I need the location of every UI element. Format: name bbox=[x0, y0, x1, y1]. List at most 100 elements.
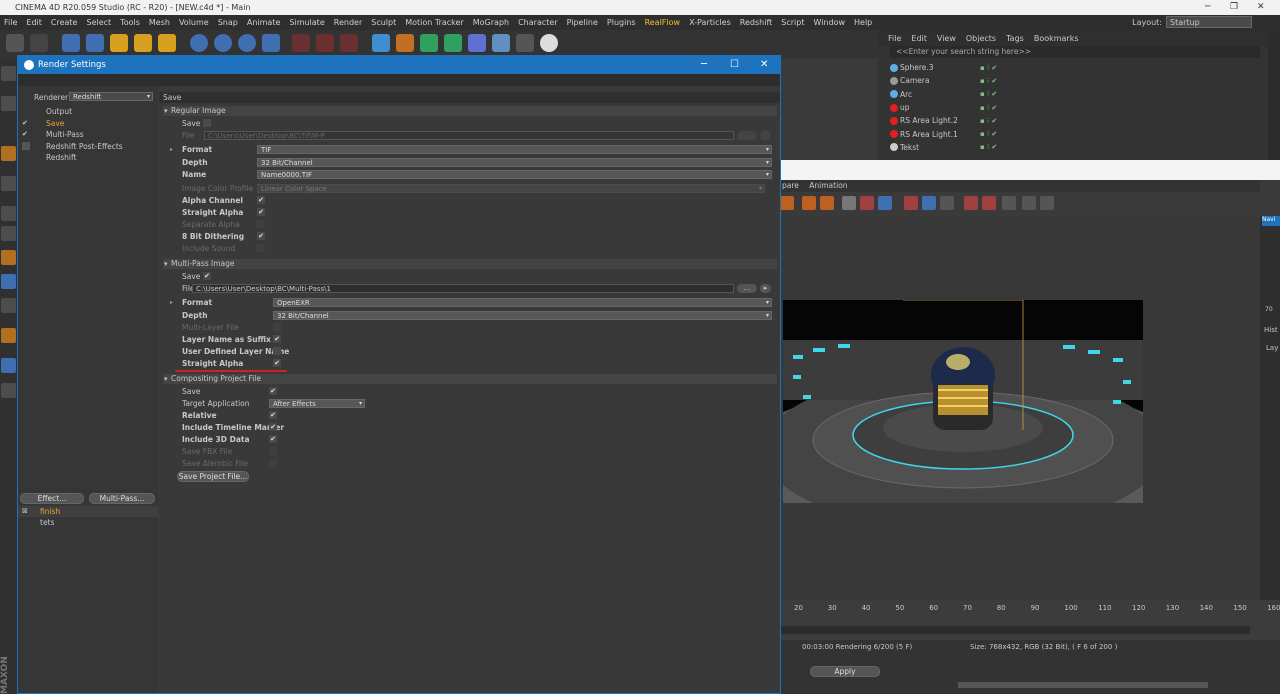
navi-tab[interactable]: Navi bbox=[1262, 216, 1280, 226]
userdef-checkbox[interactable] bbox=[273, 347, 281, 355]
menu-mesh[interactable]: Mesh bbox=[149, 18, 170, 27]
format-expand-icon[interactable]: ▸ bbox=[170, 146, 173, 153]
menu-x-particles[interactable]: X-Particles bbox=[689, 18, 731, 27]
menu-help[interactable]: Help bbox=[854, 18, 872, 27]
y-axis-icon[interactable] bbox=[214, 34, 232, 52]
tree-item-multi-pass[interactable]: ✔ Multi-Pass bbox=[18, 129, 158, 140]
menu-snap[interactable]: Snap bbox=[218, 18, 238, 27]
workplane-icon[interactable] bbox=[1, 358, 16, 373]
menu-volume[interactable]: Volume bbox=[179, 18, 209, 27]
mp-straight-checkbox[interactable]: ✔ bbox=[273, 359, 281, 367]
menu-realflow[interactable]: RealFlow bbox=[645, 18, 681, 27]
pv-zoom-icon[interactable] bbox=[1022, 196, 1036, 210]
undo-icon[interactable] bbox=[6, 34, 24, 52]
points-mode-icon[interactable] bbox=[1, 176, 16, 191]
subdivision-icon[interactable] bbox=[420, 34, 438, 52]
menu-mograph[interactable]: MoGraph bbox=[473, 18, 509, 27]
grid-icon[interactable] bbox=[1, 383, 16, 398]
pv-a-icon[interactable] bbox=[964, 196, 978, 210]
mp-save-checkbox[interactable]: ✔ bbox=[203, 272, 211, 280]
visibility-check-icon[interactable]: ▪ ⁝ ✔ bbox=[980, 117, 997, 125]
timeline-marker-checkbox[interactable]: ✔ bbox=[269, 423, 277, 431]
om-menu-objects[interactable]: Objects bbox=[966, 34, 996, 43]
coordinate-system-icon[interactable] bbox=[262, 34, 280, 52]
om-menu-edit[interactable]: Edit bbox=[911, 34, 927, 43]
visibility-check-icon[interactable]: ▪ ⁝ ✔ bbox=[980, 104, 997, 112]
object-row[interactable]: Arc ▪ ⁝ ✔ bbox=[878, 88, 1268, 101]
timeline-scrollbar[interactable] bbox=[780, 626, 1250, 634]
target-app-dropdown[interactable]: After Effects bbox=[269, 399, 365, 408]
axis-mode-icon[interactable] bbox=[1, 250, 16, 265]
menu-render[interactable]: Render bbox=[334, 18, 362, 27]
scale-tool-icon[interactable] bbox=[110, 34, 128, 52]
object-row[interactable]: RS Area Light.2 ▪ ⁝ ✔ bbox=[878, 114, 1268, 127]
renderer-dropdown[interactable]: Redshift bbox=[69, 92, 153, 101]
cube-icon[interactable] bbox=[372, 34, 390, 52]
object-row[interactable]: Camera ▪ ⁝ ✔ bbox=[878, 74, 1268, 87]
dialog-minimize-icon[interactable]: ─ bbox=[701, 56, 707, 74]
object-search-input[interactable]: <<Enter your search string here>> bbox=[890, 46, 1260, 58]
menu-animate[interactable]: Animate bbox=[247, 18, 281, 27]
move-tool-icon[interactable] bbox=[86, 34, 104, 52]
pv-save-icon[interactable] bbox=[820, 196, 834, 210]
floor-icon[interactable] bbox=[492, 34, 510, 52]
deformer-icon[interactable] bbox=[468, 34, 486, 52]
alpha-channel-checkbox[interactable]: ✔ bbox=[257, 196, 265, 204]
relative-checkbox[interactable]: ✔ bbox=[269, 411, 277, 419]
sculpt-icon[interactable] bbox=[1, 328, 16, 343]
make-editable-icon[interactable] bbox=[1, 66, 16, 81]
close-icon[interactable]: ✕ bbox=[1257, 0, 1265, 15]
regular-image-header[interactable]: Regular Image bbox=[163, 106, 777, 116]
regular-format-dropdown[interactable]: TIF bbox=[257, 145, 772, 154]
cp-save-checkbox[interactable]: ✔ bbox=[269, 387, 277, 395]
om-menu-tags[interactable]: Tags bbox=[1006, 34, 1024, 43]
render-setting-item[interactable]: ⊠ finish bbox=[18, 506, 158, 517]
pv-b-icon[interactable] bbox=[982, 196, 996, 210]
visibility-check-icon[interactable]: ▪ ⁝ ✔ bbox=[980, 77, 997, 85]
pv-ab-split-icon[interactable] bbox=[904, 196, 918, 210]
rotate-tool-icon[interactable] bbox=[134, 34, 152, 52]
menu-redshift[interactable]: Redshift bbox=[740, 18, 772, 27]
pv-stop-icon[interactable] bbox=[802, 196, 816, 210]
timeline-ruler[interactable]: 20 30 40 50 60 70 80 90 100 110 120 130 140 150 160 bbox=[780, 600, 1280, 640]
pv-channel-icon[interactable] bbox=[878, 196, 892, 210]
menu-script[interactable]: Script bbox=[781, 18, 804, 27]
layer-tab[interactable]: Lay bbox=[1266, 344, 1278, 352]
z-axis-icon[interactable] bbox=[238, 34, 256, 52]
render-settings-icon[interactable] bbox=[340, 34, 358, 52]
pv-menu-animation[interactable]: Animation bbox=[809, 181, 847, 190]
mp-format-expand-icon[interactable]: ▸ bbox=[170, 299, 173, 306]
om-menu-file[interactable]: File bbox=[888, 34, 901, 43]
menu-select[interactable]: Select bbox=[86, 18, 111, 27]
restore-icon[interactable]: ❐ bbox=[1230, 0, 1238, 15]
regular-file-arrow[interactable] bbox=[760, 131, 771, 140]
add-tool-icon[interactable] bbox=[158, 34, 176, 52]
pv-compare-icon[interactable] bbox=[860, 196, 874, 210]
cloner-icon[interactable] bbox=[444, 34, 462, 52]
mp-file-arrow[interactable]: ▸ bbox=[760, 284, 771, 293]
menu-edit[interactable]: Edit bbox=[26, 18, 42, 27]
menu-plugins[interactable]: Plugins bbox=[607, 18, 636, 27]
redo-icon[interactable] bbox=[30, 34, 48, 52]
regular-save-checkbox[interactable] bbox=[203, 119, 211, 127]
tree-enable-checkbox[interactable] bbox=[22, 107, 30, 115]
snap-icon[interactable] bbox=[1, 298, 16, 313]
history-tab[interactable]: Hist bbox=[1264, 326, 1278, 334]
menu-character[interactable]: Character bbox=[518, 18, 558, 27]
model-mode-icon[interactable] bbox=[1, 96, 16, 111]
polygons-mode-icon[interactable] bbox=[1, 226, 16, 241]
dialog-close-icon[interactable]: ✕ bbox=[760, 56, 768, 74]
regular-depth-dropdown[interactable]: 32 Bit/Channel bbox=[257, 158, 772, 167]
select-tool-icon[interactable] bbox=[62, 34, 80, 52]
menu-window[interactable]: Window bbox=[813, 18, 845, 27]
regular-file-browse[interactable] bbox=[737, 131, 757, 140]
om-menu-view[interactable]: View bbox=[937, 34, 956, 43]
layout-dropdown[interactable]: Startup bbox=[1166, 16, 1252, 28]
tree-enable-checkbox[interactable] bbox=[22, 153, 30, 161]
camera-icon[interactable] bbox=[516, 34, 534, 52]
pv-ab-icon[interactable] bbox=[842, 196, 856, 210]
render-setting-item[interactable]: tets bbox=[18, 517, 158, 528]
dithering-checkbox[interactable]: ✔ bbox=[257, 232, 265, 240]
minimize-icon[interactable]: ─ bbox=[1205, 0, 1210, 15]
pv-render-icon[interactable] bbox=[780, 196, 794, 210]
